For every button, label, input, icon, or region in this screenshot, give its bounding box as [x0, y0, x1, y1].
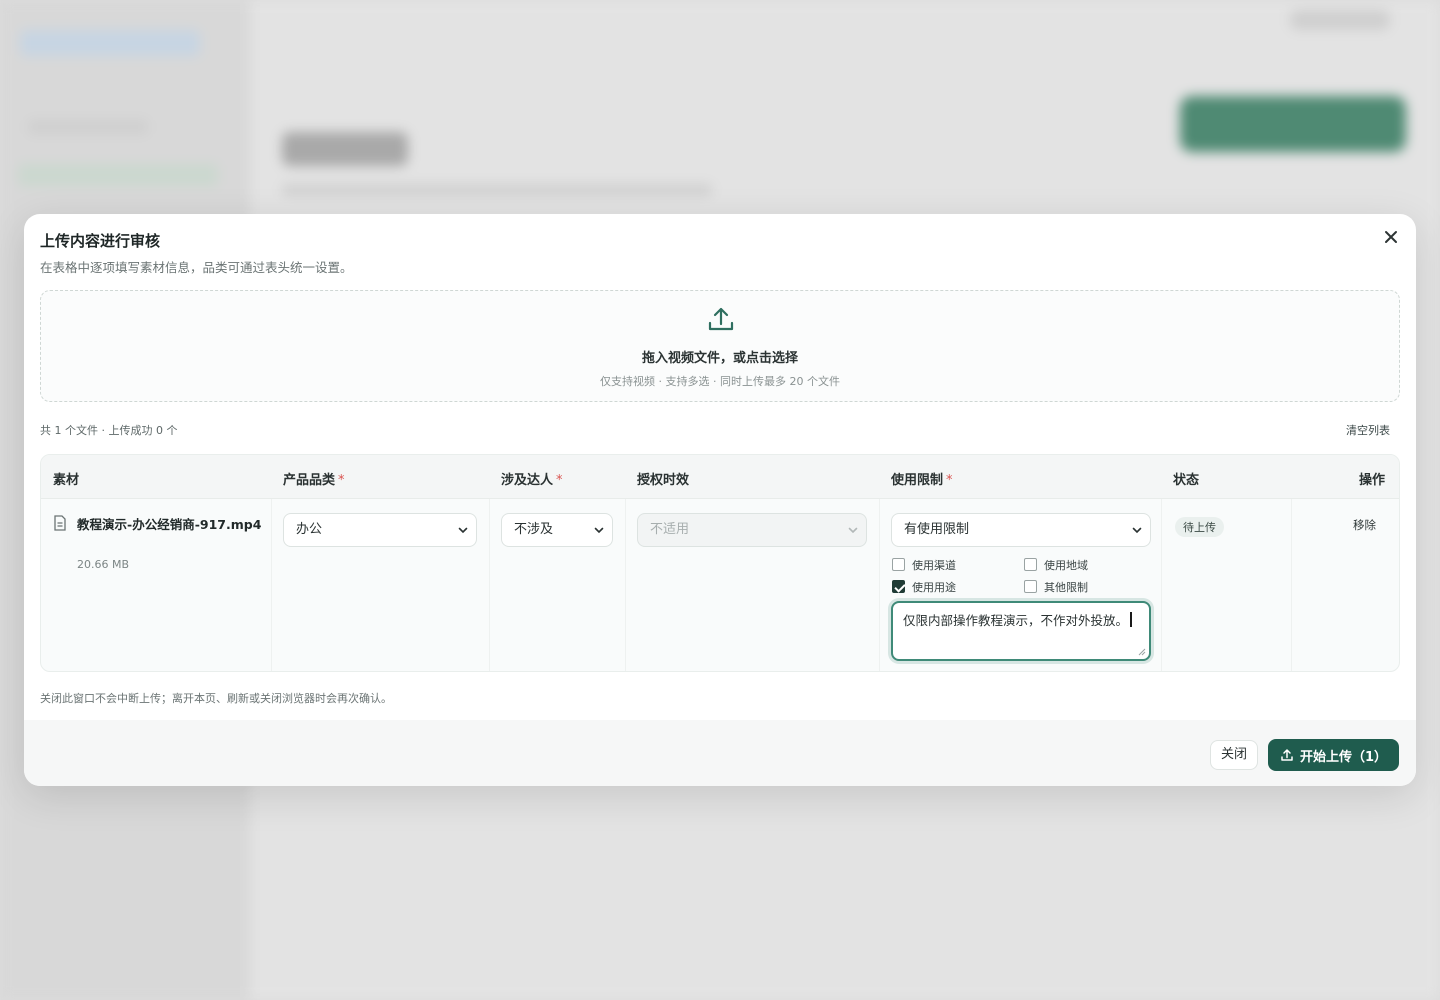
background-logo: [20, 30, 200, 56]
restriction-select[interactable]: 有使用限制: [891, 513, 1151, 547]
checkbox-region[interactable]: [1024, 558, 1037, 571]
close-button[interactable]: 关闭: [1210, 740, 1258, 770]
checkbox-other[interactable]: [1024, 580, 1037, 593]
header-license: 授权时效: [637, 473, 690, 488]
file-name: 教程演示-办公经销商-917.mp4: [77, 517, 262, 532]
background-nav-item: [28, 120, 148, 134]
table-header: 素材 产品品类 * 涉及达人 * 授权时效 使用限制 * 状态 操作: [41, 455, 1399, 499]
header-status: 状态: [1173, 473, 1200, 488]
background-nav-item-active: [18, 164, 218, 186]
checkbox-region-label: 使用地域: [1044, 559, 1088, 572]
column-divider: [625, 499, 626, 671]
modal-footer: 关闭 开始上传（1）: [24, 720, 1416, 786]
start-upload-label: 开始上传（1）: [1299, 749, 1388, 765]
restriction-select-value: 有使用限制: [904, 522, 970, 537]
column-divider: [271, 499, 272, 671]
background-user: [1290, 10, 1390, 30]
column-divider: [1161, 499, 1162, 671]
modal-subtitle: 在表格中逐项填写素材信息，品类可通过表头统一设置。: [40, 260, 353, 275]
required-mark: *: [556, 473, 563, 488]
header-material: 素材: [53, 473, 80, 488]
header-restriction: 使用限制 *: [891, 473, 953, 488]
start-upload-button[interactable]: 开始上传（1）: [1268, 739, 1399, 771]
chevron-down-icon: [848, 527, 858, 534]
header-influencer: 涉及达人 *: [501, 473, 563, 488]
category-select[interactable]: 办公: [283, 513, 477, 547]
status-badge: 待上传: [1175, 517, 1224, 537]
remove-button[interactable]: 移除: [1353, 517, 1376, 533]
required-mark: *: [946, 473, 953, 488]
file-dropzone[interactable]: 拖入视频文件，或点击选择 仅支持视频 · 支持多选 · 同时上传最多 20 个文…: [40, 290, 1400, 402]
column-divider: [879, 499, 880, 671]
checkbox-purpose[interactable]: [892, 580, 905, 593]
upload-footnote: 关闭此窗口不会中断上传；离开本页、刷新或关闭浏览器时会再次确认。: [40, 692, 392, 705]
influencer-select[interactable]: 不涉及: [501, 513, 613, 547]
influencer-select-value: 不涉及: [514, 522, 554, 537]
restriction-note-textarea[interactable]: 仅限内部操作教程演示，不作对外投放。: [891, 601, 1151, 661]
upload-icon: [1281, 749, 1293, 761]
checkbox-channel-label: 使用渠道: [912, 559, 956, 572]
upload-table: 素材 产品品类 * 涉及达人 * 授权时效 使用限制 * 状态 操作 教程演示-办公经…: [40, 454, 1400, 672]
background-primary-button: [1180, 96, 1406, 152]
required-mark: *: [338, 473, 345, 488]
license-select: 不适用: [637, 513, 867, 547]
close-icon[interactable]: [1380, 226, 1402, 248]
chevron-down-icon: [594, 527, 604, 534]
upload-review-modal: 上传内容进行审核 在表格中逐项填写素材信息，品类可通过表头统一设置。 拖入视频文…: [24, 214, 1416, 786]
checkbox-purpose-label: 使用用途: [912, 581, 956, 594]
column-divider: [489, 499, 490, 671]
category-select-value: 办公: [296, 522, 323, 537]
license-select-value: 不适用: [650, 522, 690, 537]
background-page-subtitle: [282, 184, 712, 196]
restriction-note-text: 仅限内部操作教程演示，不作对外投放。: [903, 613, 1129, 628]
resize-handle-icon[interactable]: [1138, 648, 1146, 656]
header-action: 操作: [1359, 473, 1386, 488]
header-category[interactable]: 产品品类 *: [283, 469, 345, 488]
text-caret: [1130, 612, 1132, 627]
upload-icon: [708, 307, 734, 331]
background-page-title: [282, 132, 408, 166]
file-summary: 共 1 个文件 · 上传成功 0 个: [40, 424, 178, 437]
checkbox-other-label: 其他限制: [1044, 581, 1088, 594]
modal-title: 上传内容进行审核: [40, 232, 161, 250]
file-icon: [54, 515, 66, 531]
checkbox-channel[interactable]: [892, 558, 905, 571]
chevron-down-icon: [458, 527, 468, 534]
dropzone-hint: 仅支持视频 · 支持多选 · 同时上传最多 20 个文件: [600, 375, 840, 388]
column-divider: [1291, 499, 1292, 671]
dropzone-instruction: 拖入视频文件，或点击选择: [641, 351, 798, 366]
chevron-down-icon: [1132, 527, 1142, 534]
file-size: 20.66 MB: [77, 558, 130, 571]
clear-list-button[interactable]: 清空列表: [1346, 422, 1390, 438]
